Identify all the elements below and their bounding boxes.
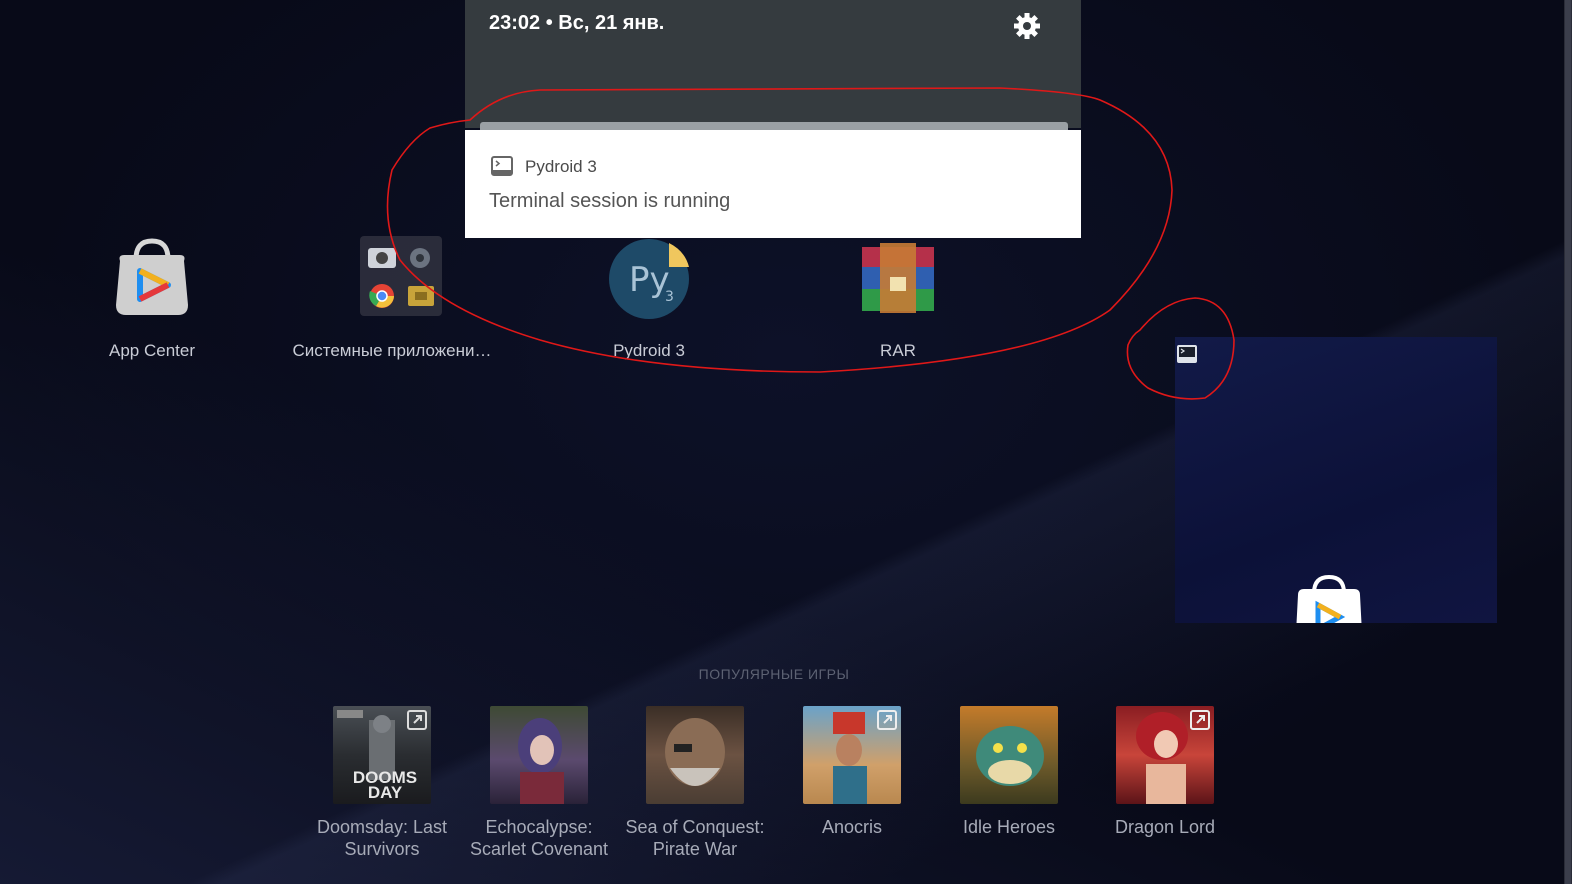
terminal-icon[interactable] (1176, 344, 1198, 364)
svg-text:Py: Py (629, 260, 670, 300)
external-link-icon (1190, 710, 1210, 730)
notification-shade[interactable]: 23:02 • Вс, 21 янв. (465, 0, 1081, 128)
gear-icon[interactable] (1013, 12, 1041, 40)
scrollbar[interactable] (1564, 0, 1572, 884)
pydroid-icon: Py 3 (609, 239, 689, 319)
app-center-bag-icon (1296, 574, 1362, 623)
game-name: Doomsday: Last Survivors (316, 817, 448, 859)
terminal-icon (491, 156, 513, 176)
pydroid-notification[interactable]: Pydroid 3 Terminal session is running (465, 130, 1081, 238)
scrollbar-thumb[interactable] (1565, 0, 1571, 884)
game-name: Idle Heroes (962, 817, 1056, 837)
game-thumbnail (960, 706, 1058, 804)
external-link-icon (407, 710, 427, 730)
game-thumbnail (490, 706, 588, 804)
app-label: RAR (880, 341, 916, 360)
game-thumbnail (803, 706, 901, 804)
notification-message: Terminal session is running (489, 190, 731, 212)
popular-games-title: ПОПУЛЯРНЫЕ ИГРЫ (698, 666, 850, 682)
game-thumbnail (646, 706, 744, 804)
game-thumbnail (1116, 706, 1214, 804)
app-center-bag-icon (116, 238, 188, 315)
game-name: Anocris (821, 817, 883, 837)
rar-icon (862, 243, 934, 313)
game-thumb-logo: DOOMS DAY (352, 768, 418, 802)
app-label: Pydroid 3 (613, 341, 685, 360)
svg-text:3: 3 (665, 289, 674, 305)
notification-app-name: Pydroid 3 (525, 157, 597, 176)
game-name: Sea of Conquest: Pirate War (625, 817, 765, 859)
external-link-icon (877, 710, 897, 730)
system-apps-folder-icon[interactable] (360, 236, 442, 316)
game-name: Echocalypse: Scarlet Covenant (469, 817, 609, 859)
recent-app-preview[interactable] (1175, 337, 1497, 623)
game-name: Dragon Lord (1114, 817, 1216, 837)
app-label: Системные приложени… (292, 341, 492, 360)
app-label: App Center (109, 341, 195, 360)
game-thumbnail: DOOMS DAY (333, 706, 431, 804)
status-time-date: 23:02 • Вс, 21 янв. (489, 12, 665, 34)
